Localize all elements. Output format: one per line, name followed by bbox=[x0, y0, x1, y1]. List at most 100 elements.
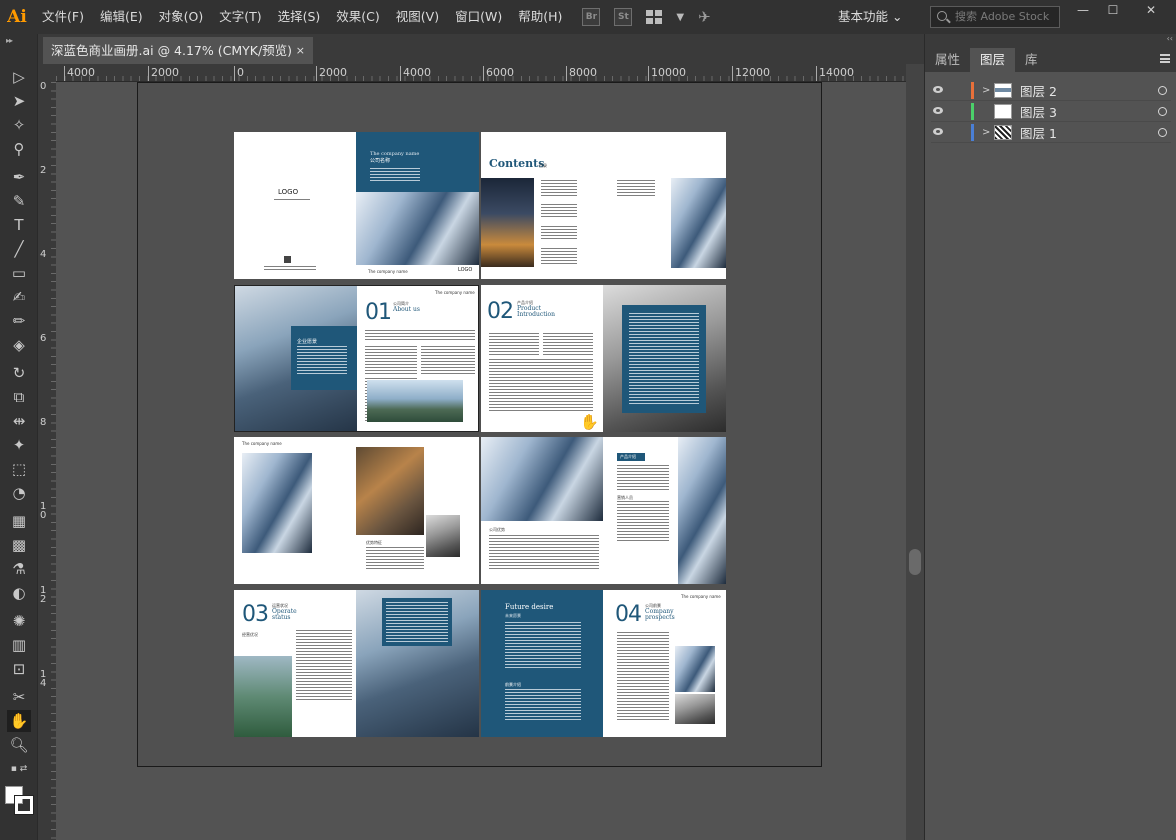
operate-spread[interactable]: 03 运营状况 Operate status 经营优况 bbox=[234, 590, 479, 737]
type-tool-icon[interactable]: T bbox=[7, 214, 31, 236]
shaper-tool-icon[interactable]: ✏ bbox=[7, 310, 31, 332]
puppet-warp-icon[interactable]: ✦ bbox=[7, 434, 31, 456]
direct-selection-tool-icon[interactable]: ➤ bbox=[7, 90, 31, 112]
search-placeholder: 搜索 Adobe Stock bbox=[955, 10, 1050, 23]
horizontal-ruler[interactable]: 4000 2000 0 2000 4000 6000 8000 10000 12… bbox=[56, 64, 924, 82]
layer-row-1[interactable]: > 图层 1 bbox=[931, 122, 1171, 143]
panel-collapse-icon[interactable]: ‹‹ bbox=[925, 34, 1176, 48]
menu-edit[interactable]: 编辑(E) bbox=[92, 0, 151, 34]
scale-tool-icon[interactable]: ⧉ bbox=[7, 386, 31, 408]
ruler-label: 8 bbox=[40, 417, 47, 428]
layer-row-3[interactable]: 图层 3 bbox=[931, 101, 1171, 122]
eyedropper-icon[interactable]: ⚗ bbox=[7, 558, 31, 580]
gpu-performance-icon[interactable]: ✈ bbox=[698, 8, 711, 26]
future-spread[interactable]: Future desire 未来愿景 前景介绍 04 公司前景 Company … bbox=[481, 590, 726, 737]
rectangle-tool-icon[interactable]: ▭ bbox=[7, 262, 31, 284]
stock-search-input[interactable]: 搜索 Adobe Stock bbox=[930, 6, 1060, 28]
ruler-label: 1 4 bbox=[40, 669, 47, 689]
visibility-eye-icon[interactable] bbox=[931, 85, 949, 95]
document-tab[interactable]: 深蓝色商业画册.ai @ 4.17% (CMYK/预览) × bbox=[43, 37, 313, 64]
layer-name[interactable]: 图层 3 bbox=[1020, 102, 1130, 121]
tab-layers[interactable]: 图层 bbox=[970, 48, 1016, 72]
stock-icon[interactable]: St bbox=[614, 8, 633, 26]
spread-four[interactable]: 公司优势 产品介绍 营销人员 bbox=[481, 437, 726, 584]
toolbar-collapse-icon[interactable]: ▸▸ bbox=[6, 36, 13, 45]
layers-panel: ‹‹ 属性 图层 库 > 图层 2 图层 3 > 图层 1 bbox=[924, 34, 1176, 840]
layer-target-icon[interactable] bbox=[1158, 85, 1167, 95]
section-number-04: 04 bbox=[615, 602, 642, 627]
line-tool-icon[interactable]: ╱ bbox=[7, 238, 31, 260]
rotate-tool-icon[interactable]: ↻ bbox=[7, 362, 31, 384]
width-tool-icon[interactable]: ⇹ bbox=[7, 410, 31, 432]
layer-thumbnail bbox=[994, 82, 1012, 98]
shape-builder-icon[interactable]: ◔ bbox=[7, 482, 31, 504]
layer-name[interactable]: 图层 2 bbox=[1020, 81, 1130, 100]
search-icon bbox=[937, 11, 947, 21]
visibility-eye-icon[interactable] bbox=[931, 106, 949, 116]
tab-libraries[interactable]: 库 bbox=[1015, 48, 1048, 72]
cover-spread[interactable]: LOGO The company name 公司名称 LOGO The comp… bbox=[234, 132, 479, 279]
menu-help[interactable]: 帮助(H) bbox=[510, 0, 570, 34]
paintbrush-tool-icon[interactable]: ✍ bbox=[7, 286, 31, 308]
layer-target-icon[interactable] bbox=[1158, 106, 1167, 116]
slice-tool-icon[interactable]: ✂ bbox=[7, 686, 31, 708]
ruler-label: 14000 bbox=[816, 66, 854, 81]
ruler-origin[interactable] bbox=[38, 64, 56, 82]
menu-select[interactable]: 选择(S) bbox=[270, 0, 329, 34]
menu-effect[interactable]: 效果(C) bbox=[328, 0, 387, 34]
blend-tool-icon[interactable]: ◐ bbox=[7, 582, 31, 604]
spread-three[interactable]: The company name 优势特征 bbox=[234, 437, 479, 584]
chevron-down-icon[interactable]: ▼ bbox=[676, 12, 684, 23]
column-graph-icon[interactable]: ▥ bbox=[7, 634, 31, 656]
future-sub: 前景介绍 bbox=[505, 682, 521, 687]
layer-name[interactable]: 图层 1 bbox=[1020, 123, 1130, 142]
eraser-tool-icon[interactable]: ◈ bbox=[7, 334, 31, 356]
future-cn: 未来愿景 bbox=[505, 613, 521, 618]
panel-menu-icon[interactable] bbox=[1160, 54, 1170, 63]
workspace-switcher[interactable]: 基本功能 ⌄ bbox=[838, 0, 902, 34]
visibility-eye-icon[interactable] bbox=[931, 127, 949, 137]
close-window-button[interactable]: ✕ bbox=[1136, 0, 1166, 20]
artboard[interactable]: LOGO The company name 公司名称 LOGO The comp… bbox=[137, 82, 822, 767]
about-spread[interactable]: 企业愿景 01 公司简介 About us The company name bbox=[234, 285, 479, 432]
canvas-area[interactable]: LOGO The company name 公司名称 LOGO The comp… bbox=[56, 82, 906, 840]
bridge-icon[interactable]: Br bbox=[582, 8, 601, 26]
artboard-tool-icon[interactable]: ⊡ bbox=[7, 658, 31, 680]
layer-target-icon[interactable] bbox=[1158, 127, 1167, 137]
perspective-grid-icon[interactable]: ▦ bbox=[7, 510, 31, 532]
layer-row-2[interactable]: > 图层 2 bbox=[931, 80, 1171, 101]
zoom-tool-icon[interactable]: 🔍︎ bbox=[7, 734, 31, 756]
menu-type[interactable]: 文字(T) bbox=[211, 0, 269, 34]
app-logo: Ai bbox=[7, 7, 27, 27]
scrollbar-thumb[interactable] bbox=[909, 549, 921, 575]
curvature-tool-icon[interactable]: ✎ bbox=[7, 190, 31, 212]
stroke-swatch[interactable] bbox=[14, 795, 34, 815]
default-colors-icon[interactable]: ▪ ⇄ bbox=[7, 762, 31, 776]
arrange-documents-icon[interactable] bbox=[646, 10, 663, 24]
close-tab-icon[interactable]: × bbox=[296, 37, 305, 64]
spread4-tag: 公司优势 bbox=[489, 527, 505, 532]
menu-file[interactable]: 文件(F) bbox=[34, 0, 92, 34]
symbol-sprayer-icon[interactable]: ✺ bbox=[7, 610, 31, 632]
expand-caret-icon[interactable]: > bbox=[982, 127, 994, 138]
selection-tool-icon[interactable]: ▷ bbox=[7, 66, 31, 88]
vertical-ruler[interactable]: 0 2 4 6 8 1 0 1 2 1 4 bbox=[38, 82, 56, 840]
pen-tool-icon[interactable]: ✒ bbox=[7, 166, 31, 188]
minimize-button[interactable]: — bbox=[1068, 0, 1098, 20]
menu-object[interactable]: 对象(O) bbox=[151, 0, 212, 34]
free-transform-icon[interactable]: ⬚ bbox=[7, 458, 31, 480]
about-box-title: 企业愿景 bbox=[297, 339, 318, 345]
operate-sub: 经营优况 bbox=[242, 632, 258, 637]
vertical-scrollbar[interactable] bbox=[906, 64, 924, 840]
menu-window[interactable]: 窗口(W) bbox=[447, 0, 510, 34]
magic-wand-icon[interactable]: ✧ bbox=[7, 114, 31, 136]
product-spread[interactable]: 02 产品介绍 Product Introduction bbox=[481, 285, 726, 432]
hand-tool-icon[interactable]: ✋ bbox=[7, 710, 31, 732]
expand-caret-icon[interactable]: > bbox=[982, 85, 994, 96]
contents-spread[interactable]: Contents 目录 bbox=[481, 132, 726, 279]
maximize-button[interactable]: ☐ bbox=[1098, 0, 1128, 20]
menu-view[interactable]: 视图(V) bbox=[388, 0, 447, 34]
mesh-tool-icon[interactable]: ▩ bbox=[7, 534, 31, 556]
lasso-tool-icon[interactable]: ⚲ bbox=[7, 138, 31, 160]
tab-properties[interactable]: 属性 bbox=[925, 48, 970, 72]
